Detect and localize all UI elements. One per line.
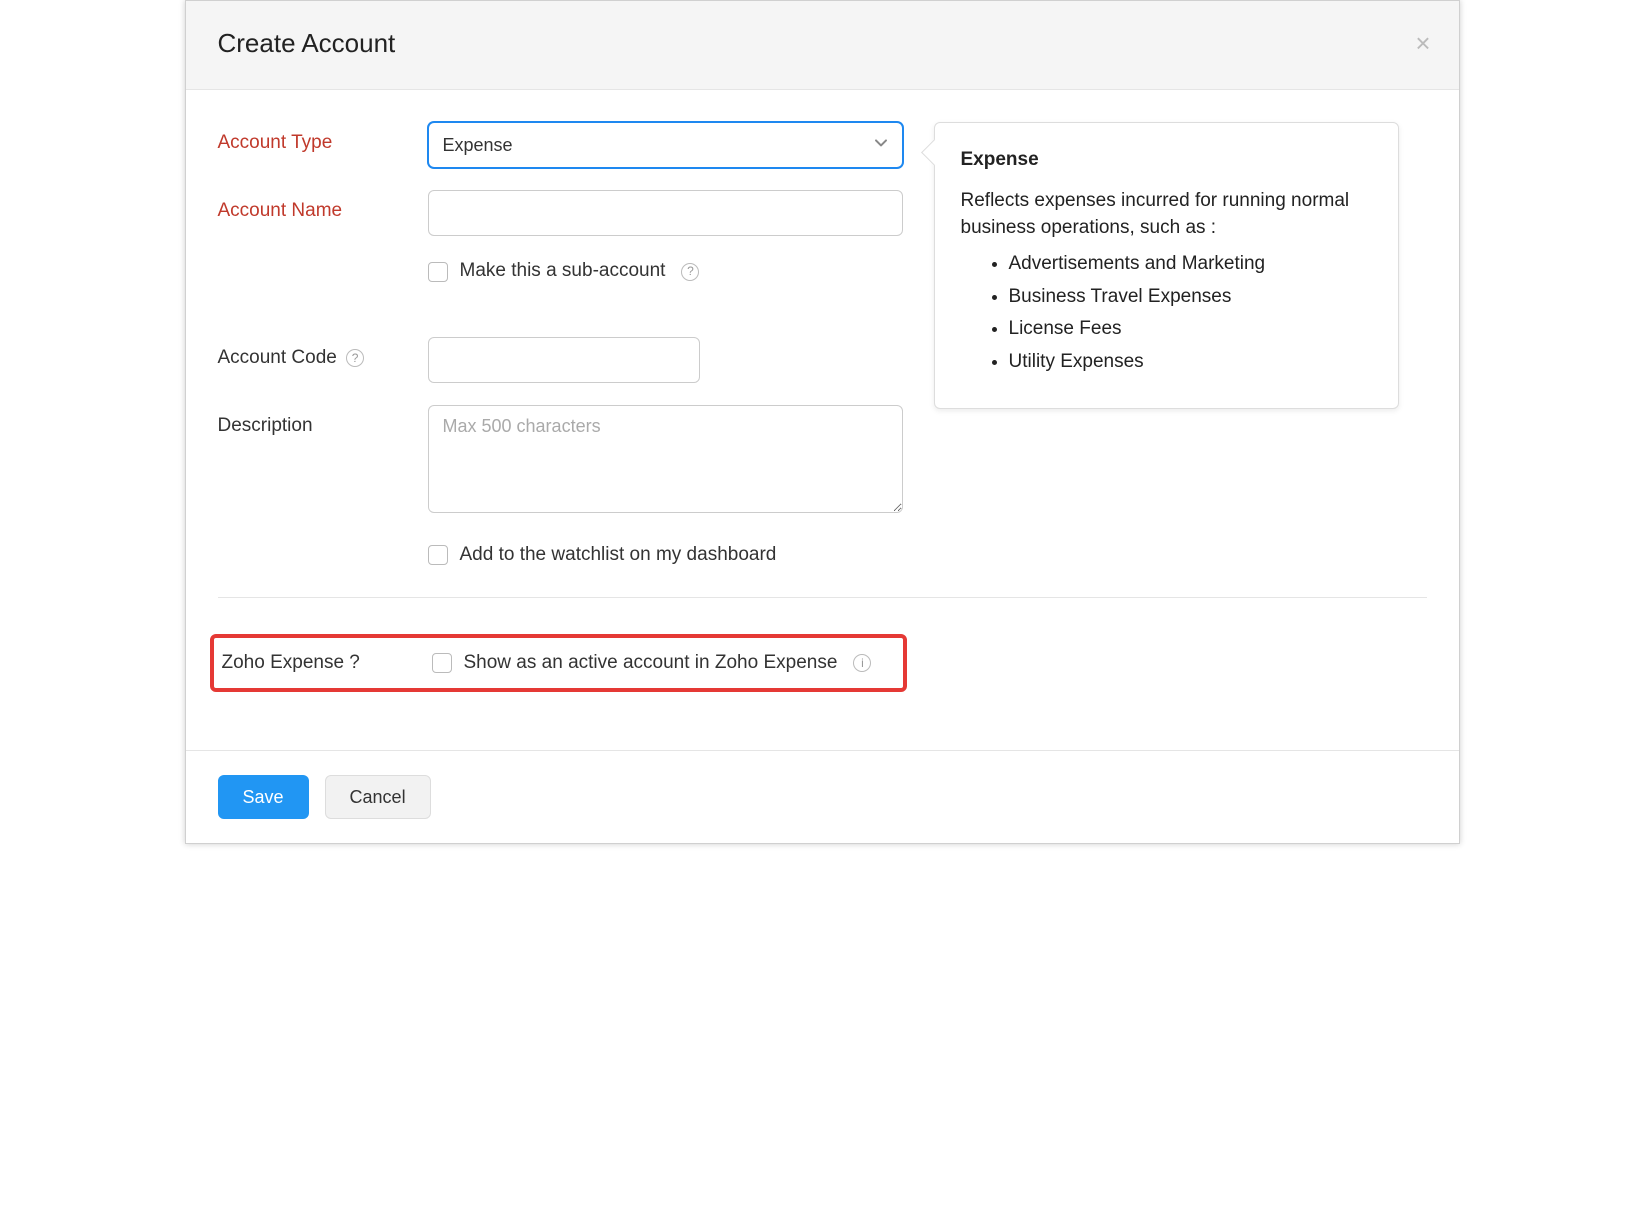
label-account-name: Account Name	[218, 190, 428, 225]
sub-account-checkbox[interactable]	[428, 262, 448, 282]
modal-title: Create Account	[218, 25, 1427, 61]
row-watchlist: Add to the watchlist on my dashboard	[218, 542, 1427, 569]
save-button[interactable]: Save	[218, 775, 309, 819]
account-type-value[interactable]	[428, 122, 903, 168]
close-icon[interactable]: ×	[1415, 25, 1430, 61]
label-description: Description	[218, 405, 428, 440]
help-icon[interactable]: ?	[346, 349, 364, 367]
tooltip-item: License Fees	[1009, 316, 1372, 343]
tooltip-title: Expense	[961, 147, 1372, 174]
info-icon[interactable]: i	[853, 654, 871, 672]
label-account-type: Account Type	[218, 122, 428, 157]
account-type-tooltip: Expense Reflects expenses incurred for r…	[934, 122, 1399, 408]
tooltip-item: Business Travel Expenses	[1009, 284, 1372, 311]
watchlist-label: Add to the watchlist on my dashboard	[460, 542, 777, 569]
watchlist-checkbox[interactable]	[428, 545, 448, 565]
divider	[218, 597, 1427, 598]
modal-header: Create Account ×	[186, 1, 1459, 90]
sub-account-label: Make this a sub-account	[460, 258, 666, 285]
create-account-modal: Create Account × Account Type Account Na…	[185, 0, 1460, 844]
account-type-select[interactable]	[428, 122, 903, 168]
zoho-expense-section: Zoho Expense ? Show as an active account…	[210, 634, 907, 693]
tooltip-item: Utility Expenses	[1009, 349, 1372, 376]
cancel-button[interactable]: Cancel	[325, 775, 431, 819]
tooltip-desc: Reflects expenses incurred for running n…	[961, 188, 1372, 241]
help-icon[interactable]: ?	[681, 263, 699, 281]
zoho-expense-checkbox[interactable]	[432, 653, 452, 673]
account-code-input[interactable]	[428, 337, 700, 383]
description-textarea[interactable]	[428, 405, 903, 513]
account-name-input[interactable]	[428, 190, 903, 236]
row-description: Description	[218, 405, 1427, 520]
label-zoho-expense: Zoho Expense ?	[222, 650, 432, 677]
tooltip-list: Advertisements and Marketing Business Tr…	[961, 251, 1372, 375]
modal-footer: Save Cancel	[186, 750, 1459, 843]
tooltip-item: Advertisements and Marketing	[1009, 251, 1372, 278]
modal-body: Account Type Account Name	[186, 90, 1459, 702]
label-account-code: Account Code ?	[218, 337, 428, 372]
zoho-expense-checkbox-label: Show as an active account in Zoho Expens…	[464, 650, 838, 677]
